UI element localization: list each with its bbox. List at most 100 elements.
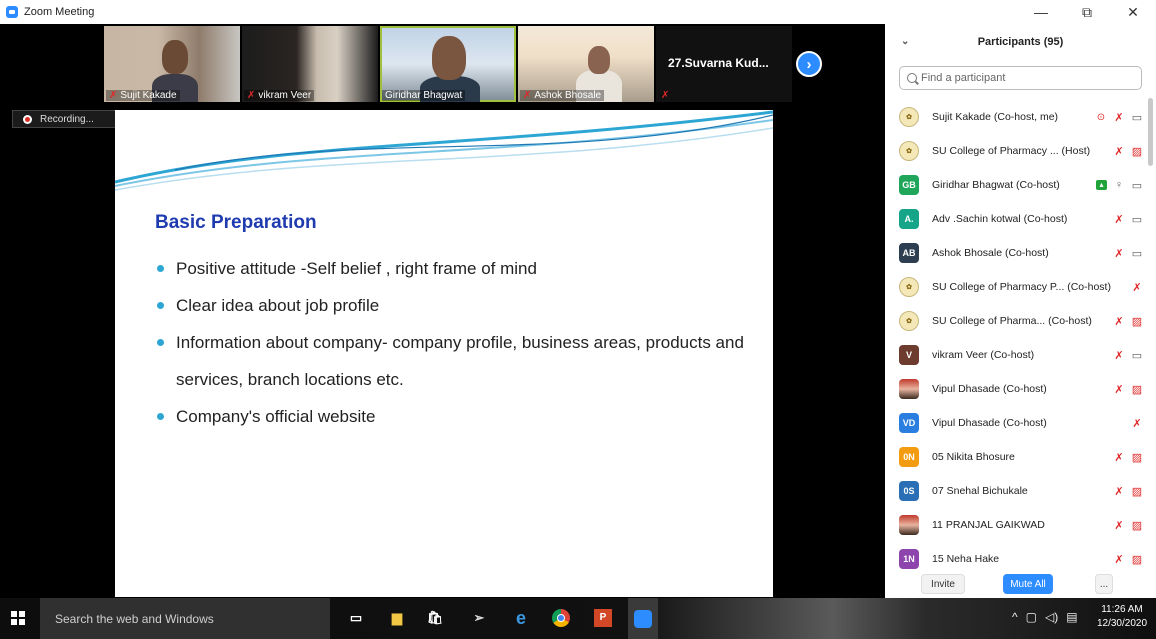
store-icon[interactable]: 🛍 bbox=[424, 607, 446, 629]
app-shortcut-icon[interactable]: ➢ bbox=[468, 607, 490, 629]
taskbar-clock[interactable]: 11:26 AM 12/30/2020 bbox=[1092, 603, 1152, 631]
mic-muted-icon: ✗ bbox=[247, 90, 256, 101]
bullet-text: Clear idea about job profile bbox=[176, 296, 380, 315]
participant-status-icons: ✗ ▨ bbox=[1107, 440, 1143, 474]
next-page-arrow-icon[interactable]: › bbox=[796, 51, 822, 77]
mic-muted-icon: ✗ bbox=[523, 90, 532, 101]
participant-status-icons: ✗ ▨ bbox=[1107, 304, 1143, 338]
participant-list: ✿ Sujit Kakade (Co-host, me) ⊙ ✗ ▭ ✿ SU Colleg… bbox=[885, 100, 1147, 576]
thumbnail-name: vikram Veer bbox=[258, 90, 312, 101]
person-face bbox=[588, 46, 610, 74]
chrome-icon[interactable] bbox=[550, 607, 572, 629]
participant-row[interactable]: ✿ Sujit Kakade (Co-host, me) ⊙ ✗ ▭ bbox=[885, 100, 1147, 134]
video-thumbnail[interactable]: ✗ Ashok Bhosale bbox=[518, 26, 654, 102]
participant-row[interactable]: 1N 15 Neha Hake ✗ ▨ bbox=[885, 542, 1147, 576]
thumbnail-name-tag: Giridhar Bhagwat bbox=[382, 90, 466, 101]
network-icon[interactable]: ▢ bbox=[1026, 610, 1037, 624]
participant-row[interactable]: 11 PRANJAL GAIKWAD ✗ ▨ bbox=[885, 508, 1147, 542]
video-thumbnail[interactable]: ✗ Sujit Kakade bbox=[104, 26, 240, 102]
participant-name: Adv .Sachin kotwal (Co-host) bbox=[932, 213, 1068, 225]
thumbnail-name-tag: ✗ Sujit Kakade bbox=[106, 90, 180, 101]
mic-muted-icon: ✗ bbox=[1114, 315, 1124, 328]
participant-row[interactable]: AB Ashok Bhosale (Co-host) ✗ ▭ bbox=[885, 236, 1147, 270]
participant-name: Vipul Dhasade (Co-host) bbox=[932, 417, 1047, 429]
participant-row[interactable]: Vvikram Veer (Co-host) ✗ ▭ bbox=[885, 338, 1147, 372]
participant-avatar: 0N bbox=[899, 447, 919, 467]
thumbnail-name-tag: ✗ bbox=[658, 90, 675, 101]
video-thumbnail[interactable]: 27.Suvarna Kud... ✗ bbox=[656, 26, 792, 102]
participants-header: ⌄ Participants (95) bbox=[885, 24, 1156, 60]
participant-avatar: 0S bbox=[899, 481, 919, 501]
task-view-icon[interactable]: ▭ bbox=[345, 607, 367, 629]
participant-avatar: V bbox=[899, 345, 919, 365]
edge-browser-icon[interactable]: e bbox=[510, 607, 532, 629]
close-button[interactable]: ✕ bbox=[1110, 0, 1156, 24]
participant-avatar: A. bbox=[899, 209, 919, 229]
window-title: Zoom Meeting bbox=[24, 6, 95, 18]
participant-name: Giridhar Bhagwat (Co-host) bbox=[932, 179, 1060, 191]
meeting-area: ✗ Sujit Kakade ✗ vikram Veer Giridhar Bhag… bbox=[4, 24, 885, 598]
tray-expand-icon[interactable]: ^ bbox=[1012, 610, 1018, 624]
restore-button[interactable]: ⧉ bbox=[1064, 0, 1110, 24]
windows-start-icon[interactable] bbox=[11, 611, 25, 625]
recording-icon bbox=[23, 114, 32, 124]
chevron-down-icon[interactable]: ⌄ bbox=[901, 36, 909, 47]
more-options-button[interactable]: ... bbox=[1095, 574, 1113, 594]
participant-avatar: 1N bbox=[899, 549, 919, 569]
recording-icon: ⊙ bbox=[1096, 111, 1106, 123]
participant-status-icons: ✗ ▭ bbox=[1107, 236, 1143, 270]
participant-name: vikram Veer (Co-host) bbox=[932, 349, 1035, 361]
participant-row[interactable]: ✿ SU College of Pharmacy P... (Co-host) ✗ bbox=[885, 270, 1147, 304]
mute-all-button[interactable]: Mute All bbox=[1003, 574, 1053, 594]
mic-muted-icon: ✗ bbox=[1114, 451, 1124, 464]
file-explorer-icon[interactable]: ▆ bbox=[386, 607, 408, 629]
zoom-taskbar-icon[interactable] bbox=[628, 598, 658, 639]
slide-heading: Basic Preparation bbox=[155, 212, 317, 233]
clock-time: 11:26 AM bbox=[1101, 604, 1143, 615]
participant-row[interactable]: A. Adv .Sachin kotwal (Co-host) ✗ ▭ bbox=[885, 202, 1147, 236]
video-thumbnail-active-speaker[interactable]: Giridhar Bhagwat bbox=[380, 26, 516, 102]
thumbnail-name-tag: ✗ vikram Veer bbox=[244, 90, 315, 101]
participant-row[interactable]: ✿ SU College of Pharmacy ... (Host) ✗ ▨ bbox=[885, 134, 1147, 168]
search-placeholder: Find a participant bbox=[921, 72, 1006, 84]
volume-icon[interactable]: ◁) bbox=[1045, 610, 1058, 624]
participant-row[interactable]: VD Vipul Dhasade (Co-host) ✗ bbox=[885, 406, 1147, 440]
camera-off-icon: ▨ bbox=[1131, 519, 1143, 532]
participant-row[interactable]: 0N 05 Nikita Bhosure ✗ ▨ bbox=[885, 440, 1147, 474]
participant-row[interactable]: ✿ SU College of Pharma... (Co-host) ✗ ▨ bbox=[885, 304, 1147, 338]
recording-indicator[interactable]: Recording... bbox=[12, 110, 116, 128]
mic-muted-icon: ✗ bbox=[1114, 519, 1124, 532]
camera-off-icon: ▨ bbox=[1131, 145, 1143, 158]
participant-row[interactable]: Vipul Dhasade (Co-host) ✗ ▨ bbox=[885, 372, 1147, 406]
participant-name: SU College of Pharmacy ... (Host) bbox=[932, 145, 1091, 157]
search-icon bbox=[907, 73, 917, 83]
participant-name: Ashok Bhosale (Co-host) bbox=[932, 247, 1049, 259]
mic-muted-icon: ✗ bbox=[1132, 281, 1142, 294]
participant-search-input[interactable]: Find a participant bbox=[899, 66, 1142, 90]
participant-list-scrollbar[interactable] bbox=[1148, 98, 1153, 166]
participant-name: 15 Neha Hake bbox=[932, 553, 1000, 565]
slide-bullet: Information about company- company profi… bbox=[157, 324, 767, 398]
thumbnail-name: 27.Suvarna Kud... bbox=[668, 56, 769, 70]
slide-wave-decoration bbox=[115, 110, 773, 191]
participant-row[interactable]: GB Giridhar Bhagwat (Co-host) ▴ ♀ ▭ bbox=[885, 168, 1147, 202]
mic-muted-icon: ✗ bbox=[1114, 145, 1124, 158]
participant-row[interactable]: 0S 07 Snehal Bichukale ✗ ▨ bbox=[885, 474, 1147, 508]
participant-status-icons: ▴ ♀ ▭ bbox=[1090, 168, 1143, 202]
participant-status-icons: ✗ ▭ bbox=[1107, 202, 1143, 236]
mic-muted-icon: ✗ bbox=[661, 90, 670, 101]
invite-button[interactable]: Invite bbox=[921, 574, 965, 594]
camera-icon: ▭ bbox=[1131, 179, 1143, 192]
bullet-dot-icon bbox=[157, 413, 164, 420]
mic-muted-icon: ✗ bbox=[109, 90, 118, 101]
person-face bbox=[432, 36, 466, 80]
participant-avatar: ✿ bbox=[899, 107, 919, 127]
slide-bullet: Company's official website bbox=[157, 398, 767, 435]
powerpoint-icon[interactable]: P bbox=[592, 607, 614, 629]
taskbar-search-box[interactable]: Search the web and Windows bbox=[40, 598, 330, 639]
slide-bullet: Clear idea about job profile bbox=[157, 287, 767, 324]
minimize-button[interactable]: — bbox=[1018, 0, 1064, 24]
video-thumbnail[interactable]: ✗ vikram Veer bbox=[242, 26, 378, 102]
notifications-icon[interactable]: ▤ bbox=[1066, 610, 1077, 624]
camera-off-icon: ▨ bbox=[1131, 485, 1143, 498]
